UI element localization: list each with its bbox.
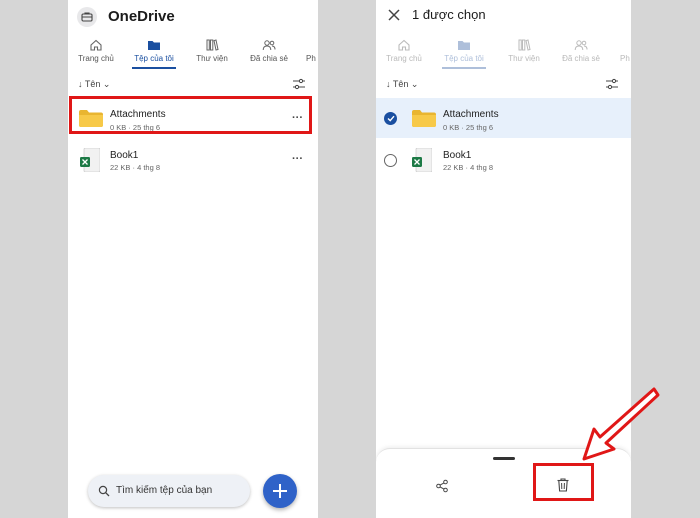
app-title: OneDrive <box>108 8 175 25</box>
tab-label: Ph <box>620 54 630 63</box>
tab-label: Trang chủ <box>78 54 114 63</box>
nav-tabs: Trang chủ Tệp của tôi Thư viện Đã chia s… <box>376 36 631 70</box>
unselected-checkbox[interactable] <box>384 154 397 167</box>
list-item[interactable]: Book1 22 KB · 4 thg 8 ··· <box>68 140 318 180</box>
selection-count-title: 1 được chọn <box>412 7 486 22</box>
home-icon <box>398 39 410 51</box>
library-icon <box>518 39 531 51</box>
tab-library: Thư viện <box>502 36 546 70</box>
tab-label: Đã chia sẻ <box>562 54 600 63</box>
folder-icon <box>412 110 436 127</box>
tab-my-files: Tệp của tôi <box>440 36 488 70</box>
search-placeholder: Tìm kiếm tệp của bạn <box>116 485 213 496</box>
file-meta: 0 KB · 25 thg 6 <box>443 123 494 132</box>
briefcase-icon[interactable] <box>77 7 97 27</box>
selection-header: 1 được chọn <box>376 0 631 34</box>
search-icon <box>98 485 110 497</box>
active-tab-indicator <box>442 67 486 69</box>
file-name: Book1 <box>443 150 472 161</box>
tab-label: Tệp của tôi <box>134 54 174 63</box>
highlight-box-attachments <box>69 96 312 134</box>
file-meta: 22 KB · 4 thg 8 <box>110 163 161 172</box>
file-name: Attachments <box>443 109 499 120</box>
tab-label: Thư viện <box>196 54 228 63</box>
tab-label: Ph <box>306 54 316 63</box>
tab-my-files[interactable]: Tệp của tôi <box>130 36 178 70</box>
folder-icon <box>148 41 160 50</box>
sort-bar: ↓ Tên ⌄ <box>376 76 631 94</box>
tab-home[interactable]: Trang chủ <box>72 36 120 70</box>
tab-partial: Ph <box>620 36 631 70</box>
drag-handle[interactable] <box>493 457 515 460</box>
highlight-box-delete <box>533 463 594 501</box>
share-icon[interactable] <box>435 479 449 493</box>
active-tab-indicator <box>132 67 176 69</box>
people-icon <box>262 40 276 51</box>
more-options-icon[interactable]: ··· <box>292 153 303 165</box>
home-icon <box>90 39 102 51</box>
file-name: Book1 <box>110 150 139 161</box>
tab-library[interactable]: Thư viện <box>190 36 234 70</box>
file-meta: 22 KB · 4 thg 8 <box>443 163 494 172</box>
sort-by-name-button[interactable]: ↓ Tên ⌄ <box>386 79 418 90</box>
tab-home: Trang chủ <box>380 36 428 70</box>
checkmark-icon <box>387 115 395 122</box>
left-phone-screen: OneDrive Trang chủ Tệp của tôi Thư viện … <box>68 0 318 518</box>
excel-icon <box>412 148 432 172</box>
tab-shared[interactable]: Đã chia sẻ <box>244 36 294 70</box>
search-input[interactable]: Tìm kiếm tệp của bạn <box>88 475 250 507</box>
tab-label: Đã chia sẻ <box>250 54 288 63</box>
folder-icon <box>458 41 470 50</box>
library-icon <box>206 39 219 51</box>
tab-partial[interactable]: Ph <box>306 36 318 70</box>
tab-label: Tệp của tôi <box>444 54 484 63</box>
filter-icon[interactable] <box>292 78 306 90</box>
excel-icon <box>80 148 100 172</box>
app-header: OneDrive <box>68 0 318 34</box>
tab-label: Trang chủ <box>386 54 422 63</box>
tab-shared: Đã chia sẻ <box>556 36 606 70</box>
list-item[interactable]: Attachments 0 KB · 25 thg 6 <box>376 98 631 138</box>
list-item[interactable]: Book1 22 KB · 4 thg 8 <box>376 140 631 180</box>
close-icon[interactable] <box>386 7 402 23</box>
add-button[interactable] <box>263 474 297 508</box>
selected-checkbox[interactable] <box>384 112 397 125</box>
nav-tabs: Trang chủ Tệp của tôi Thư viện Đã chia s… <box>68 36 318 70</box>
people-icon <box>574 40 588 51</box>
filter-icon[interactable] <box>605 78 619 90</box>
sort-by-name-button[interactable]: ↓ Tên ⌄ <box>78 79 110 90</box>
arrow-pointer-icon <box>582 387 660 461</box>
tab-label: Thư viện <box>508 54 540 63</box>
sort-bar: ↓ Tên ⌄ <box>68 76 318 94</box>
